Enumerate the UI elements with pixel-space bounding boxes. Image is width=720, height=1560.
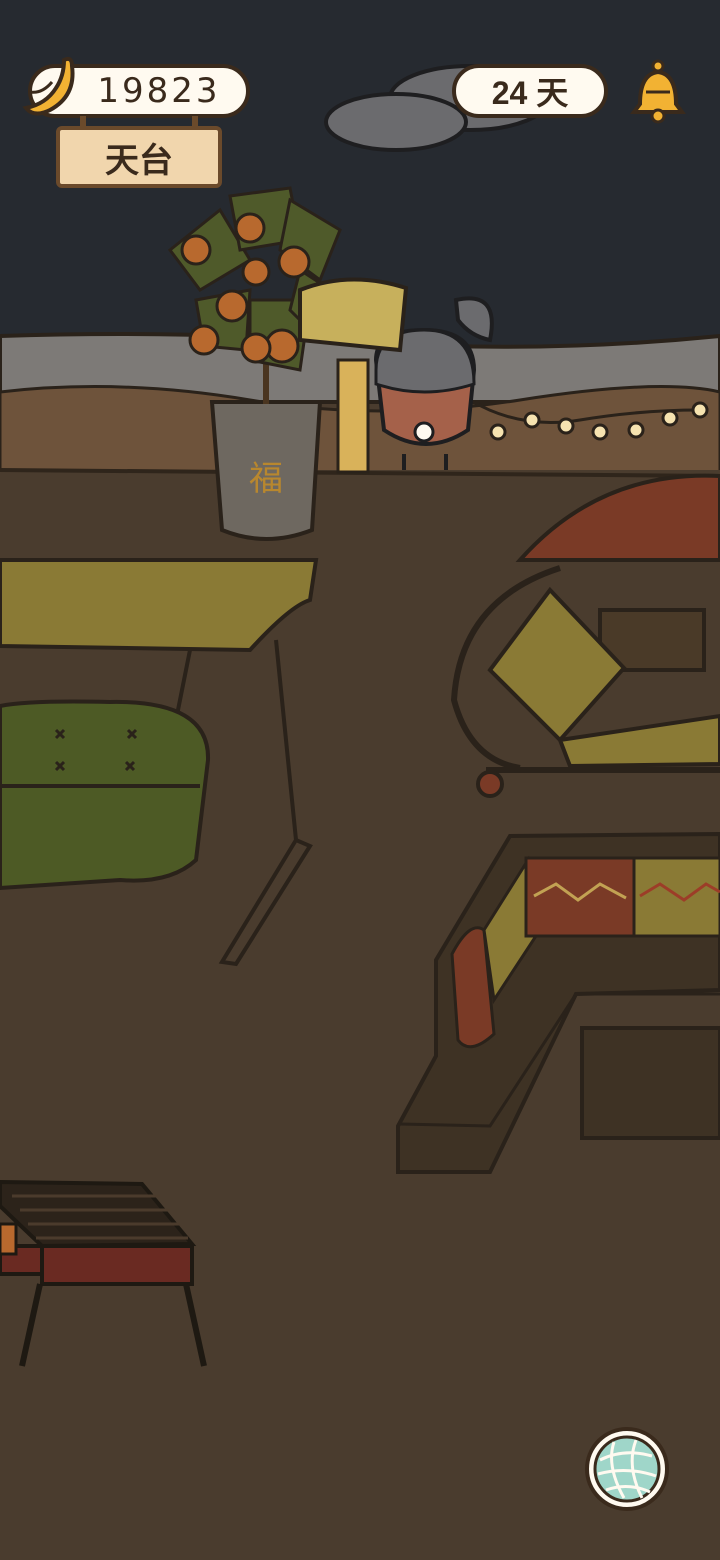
- game-screen: 福 19823 天台 24 天: [0, 0, 720, 1560]
- svg-text:福: 福: [249, 459, 283, 499]
- bell-icon[interactable]: [628, 58, 688, 124]
- days-counter: 24 天: [452, 64, 608, 118]
- days-count: 24 天: [491, 75, 569, 111]
- banana-icon: [22, 56, 75, 116]
- yarn-ball-icon[interactable]: [584, 1426, 670, 1512]
- coin-count: 19823: [97, 71, 221, 111]
- location-sign: 天台: [56, 126, 222, 188]
- rooftop-scene: 福: [0, 0, 720, 1560]
